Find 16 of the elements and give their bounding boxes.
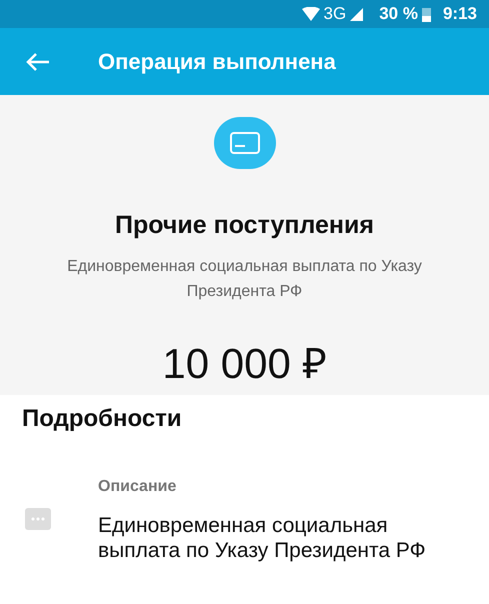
detail-value: Единовременная социальная выплата по Указу Президента РФ bbox=[98, 513, 427, 563]
details-heading: Подробности bbox=[22, 404, 183, 434]
clock: 9:13 bbox=[442, 3, 477, 26]
amount: 10 000 ₽ bbox=[162, 339, 327, 389]
comment-icon bbox=[25, 508, 51, 530]
operation-title: Прочие поступления bbox=[115, 210, 374, 240]
battery-icon bbox=[422, 6, 431, 22]
battery-percent: 30 % bbox=[379, 3, 418, 26]
card-icon bbox=[214, 117, 276, 168]
wifi-icon bbox=[302, 7, 320, 21]
back-arrow-icon bbox=[26, 52, 50, 72]
signal-icon bbox=[350, 8, 364, 20]
screen-title: Операция выполнена bbox=[98, 48, 336, 76]
network-type: 3G bbox=[324, 3, 346, 26]
operation-subtitle: Единовременная социальная выплата по Указу Президента РФ bbox=[66, 257, 423, 302]
detail-label: Описание bbox=[98, 477, 178, 497]
